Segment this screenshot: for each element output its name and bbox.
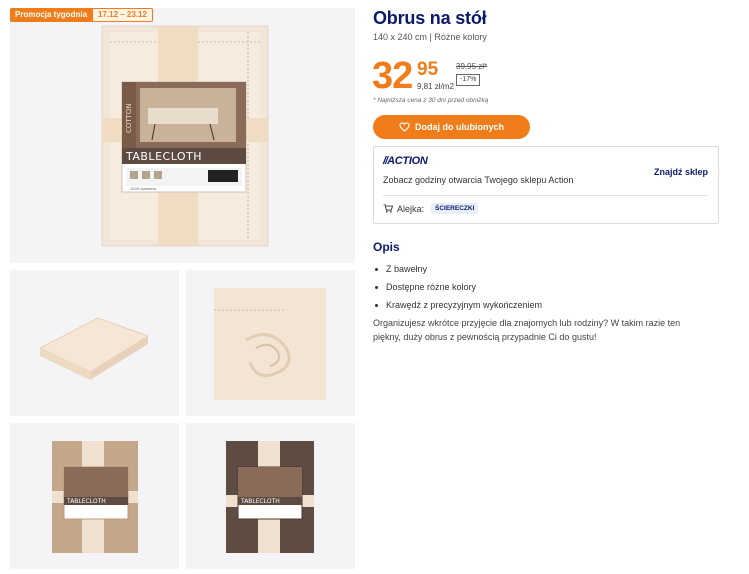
feature-text: Krawędź z precyzyjnym wykończeniem <box>386 300 543 310</box>
package-bottom-text: 100% bawełna <box>130 187 156 191</box>
unit-price: 9,81 zł/m2 <box>417 82 454 91</box>
thumb4-package-title: TABLECLOTH <box>240 498 280 505</box>
list-item: Z bawełny <box>375 260 542 278</box>
promo-badge: Promocja tygodnia 17.12 – 23.12 <box>10 8 153 22</box>
beige-tablecloth-package-image: TABLECLOTH <box>52 441 138 553</box>
action-logo-text: ACTION <box>387 155 428 167</box>
add-to-favorites-label: Dodaj do ulubionych <box>415 122 504 132</box>
list-item: Krawędź z precyzyjnym wykończeniem <box>375 296 542 314</box>
tablecloth-package-image: COTTON TABLECLOTH 100% bawełna <box>101 25 269 247</box>
description-text: Organizujesz wkrótce przyjęcie dla znajo… <box>373 318 681 342</box>
package-side-text: COTTON <box>125 103 133 133</box>
price-whole: 32 <box>372 55 413 97</box>
description-heading: Opis <box>373 240 400 254</box>
old-price: 39,95 zł* <box>456 62 487 71</box>
promo-label: Promocja tygodnia <box>10 8 93 22</box>
old-price-value: 39,95 zł <box>456 62 485 71</box>
product-subtitle: 140 x 240 cm | Różne kolory <box>373 32 487 42</box>
action-logo: //ACTION <box>383 155 428 167</box>
thumbnail-1[interactable] <box>10 270 179 416</box>
lowest-price-note: * Najniższa cena z 30 dni przed obniżką <box>373 97 489 104</box>
aisle-badge: ŚCIERECZKI <box>431 203 479 214</box>
brown-tablecloth-package-image: TABLECLOTH <box>226 441 314 553</box>
list-item: Dostępne różne kolory <box>375 278 542 296</box>
package-title: TABLECLOTH <box>125 150 202 163</box>
store-hours-text: Zobacz godziny otwarcia Twojego sklepu A… <box>383 175 574 185</box>
thumb3-package-title: TABLECLOTH <box>66 498 106 505</box>
heart-icon <box>399 122 410 132</box>
thumbnail-4[interactable]: TABLECLOTH <box>186 423 355 569</box>
thumbnail-2[interactable] <box>186 270 355 416</box>
store-divider <box>383 195 708 196</box>
price-cents: 95 <box>417 59 439 80</box>
fabric-closeup-image <box>214 288 326 400</box>
feature-text: Dostępne różne kolory <box>386 282 477 292</box>
main-product-image[interactable]: COTTON TABLECLOTH 100% bawełna <box>10 8 355 263</box>
cart-icon <box>383 204 393 213</box>
old-price-asterisk: * <box>484 62 488 71</box>
aisle-row: Alejka: ŚCIERECZKI <box>383 203 479 214</box>
product-title: Obrus na stół <box>373 8 487 28</box>
aisle-label: Alejka: <box>397 203 425 214</box>
feature-text: Z bawełny <box>386 264 428 274</box>
promo-dates: 17.12 – 23.12 <box>92 8 153 22</box>
feature-list: Z bawełny Dostępne różne kolory Krawędź … <box>375 260 542 314</box>
folded-tablecloth-image <box>38 317 150 380</box>
store-info-box: //ACTION Zobacz godziny otwarcia Twojego… <box>373 146 719 224</box>
discount-badge: -17% <box>456 74 481 86</box>
add-to-favorites-button[interactable]: Dodaj do ulubionych <box>373 115 530 139</box>
find-store-link[interactable]: Znajdź sklep <box>654 167 708 177</box>
thumbnail-3[interactable]: TABLECLOTH <box>10 423 179 569</box>
